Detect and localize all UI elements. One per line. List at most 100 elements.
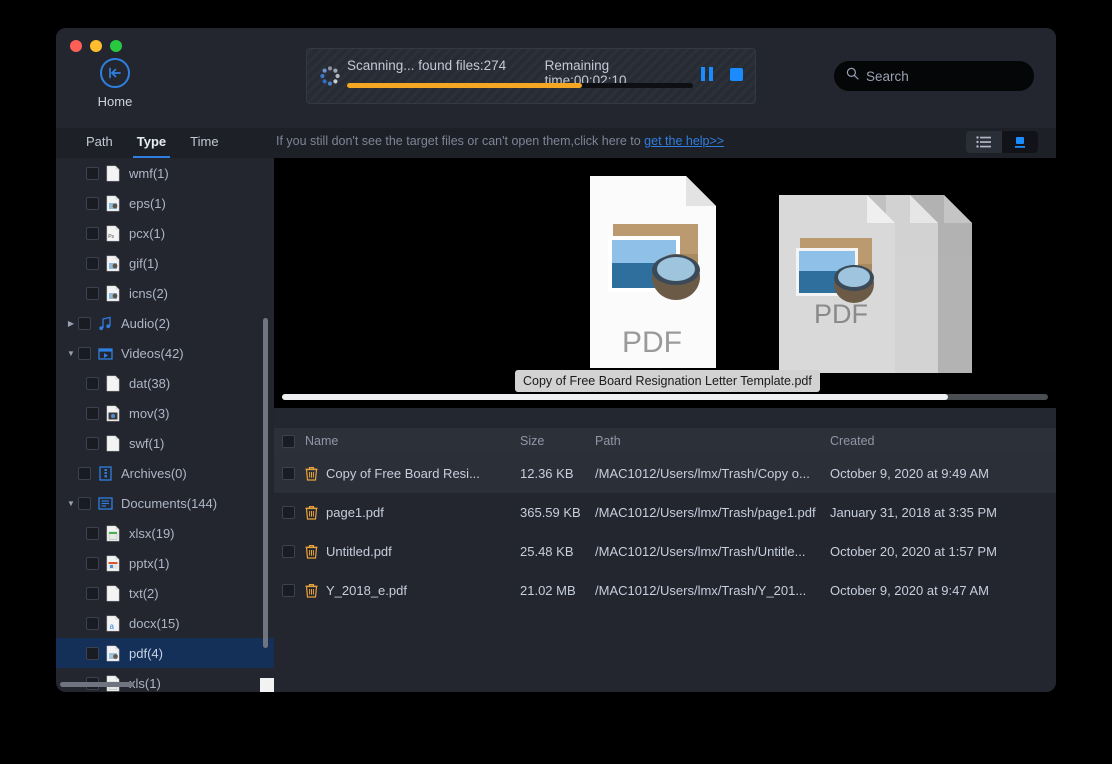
sidebar-item-mov[interactable]: mov(3)	[56, 398, 274, 428]
item-checkbox[interactable]	[78, 497, 91, 510]
sidebar-item-dat[interactable]: dat(38)	[56, 368, 274, 398]
tab-type[interactable]: Type	[137, 128, 166, 158]
item-checkbox[interactable]	[86, 287, 99, 300]
item-checkbox[interactable]	[86, 527, 99, 540]
column-header-path[interactable]: Path	[595, 434, 830, 448]
item-checkbox[interactable]	[78, 467, 91, 480]
item-checkbox[interactable]	[86, 617, 99, 630]
search-box[interactable]	[834, 61, 1034, 91]
table-row[interactable]: Y_2018_e.pdf 21.02 MB/MAC1012/Users/lmx/T…	[274, 571, 1056, 610]
chevron-down-icon[interactable]: ▼	[64, 499, 78, 508]
progress-bar-track	[347, 83, 693, 88]
sidebar-item-eps[interactable]: eps(1)	[56, 188, 274, 218]
cell-created: October 9, 2020 at 9:47 AM	[830, 583, 1056, 598]
sidebar-item-label: icns(2)	[129, 286, 168, 301]
home-label: Home	[80, 94, 150, 109]
chevron-down-icon[interactable]: ▼	[64, 349, 78, 358]
table-header: Name Size Path Created	[274, 428, 1056, 454]
preview-horizontal-scrollbar[interactable]	[282, 394, 1048, 400]
sidebar-vertical-scrollbar[interactable]	[263, 318, 268, 648]
maximize-window-button[interactable]	[110, 40, 122, 52]
sidebar-item-label: dat(38)	[129, 376, 170, 391]
sidebar-item-documents[interactable]: ▼ Documents(144)	[56, 488, 274, 518]
progress-bar-fill	[347, 83, 582, 88]
sidebar-item-label: wmf(1)	[129, 166, 169, 181]
cell-path: /MAC1012/Users/lmx/Trash/Untitle...	[595, 544, 830, 559]
sidebar-scroll-corner	[260, 678, 274, 692]
preview-thumbnail-stacked[interactable]: PDF	[774, 190, 979, 385]
search-input[interactable]	[866, 69, 1016, 84]
sidebar-item-audio[interactable]: ▶Audio(2)	[56, 308, 274, 338]
preview-scrollbar-thumb[interactable]	[282, 394, 948, 400]
pause-icon[interactable]	[701, 67, 713, 81]
sidebar-item-label: pcx(1)	[129, 226, 165, 241]
stop-icon[interactable]	[730, 68, 743, 81]
sidebar-item-pdf[interactable]: pdf(4)	[56, 638, 274, 668]
item-checkbox[interactable]	[86, 257, 99, 270]
column-header-created[interactable]: Created	[830, 434, 1056, 448]
item-checkbox[interactable]	[78, 347, 91, 360]
sidebar-item-pptx[interactable]: pptx(1)	[56, 548, 274, 578]
trash-icon	[305, 466, 318, 481]
trash-icon	[305, 544, 318, 559]
sidebar-item-icns[interactable]: icns(2)	[56, 278, 274, 308]
select-all-checkbox[interactable]	[282, 435, 295, 448]
close-window-button[interactable]	[70, 40, 82, 52]
tree-list: wmf(1) eps(1) Ps pcx(1) gif(1) icns(2) ▶Audio(…	[56, 158, 274, 692]
item-checkbox[interactable]	[86, 437, 99, 450]
sidebar-item-videos[interactable]: ▼Videos(42)	[56, 338, 274, 368]
item-checkbox[interactable]	[86, 557, 99, 570]
column-header-size[interactable]: Size	[520, 434, 595, 448]
item-checkbox[interactable]	[86, 227, 99, 240]
column-header-name[interactable]: Name	[305, 434, 520, 448]
sidebar-item-swf[interactable]: swf(1)	[56, 428, 274, 458]
sidebar-item-archives[interactable]: Archives(0)	[56, 458, 274, 488]
file-ps-icon: Ps	[105, 225, 122, 242]
table-row[interactable]: page1.pdf365.59 KB/MAC1012/Users/lmx/Tra…	[274, 493, 1056, 532]
minimize-window-button[interactable]	[90, 40, 102, 52]
item-checkbox[interactable]	[86, 197, 99, 210]
cell-path: /MAC1012/Users/lmx/Trash/Y_201...	[595, 583, 830, 598]
cell-name: page1.pdf	[305, 505, 520, 520]
item-checkbox[interactable]	[86, 647, 99, 660]
tab-path[interactable]: Path	[86, 128, 113, 158]
svg-text:a: a	[110, 622, 115, 631]
sidebar-item-wmf[interactable]: wmf(1)	[56, 158, 274, 188]
sidebar-item-xlsx[interactable]: xlsx(19)	[56, 518, 274, 548]
get-help-link[interactable]: get the help>>	[644, 134, 724, 148]
sidebar-item-xls[interactable]: xls(1)	[56, 668, 274, 692]
sidebar-item-docx[interactable]: adocx(15)	[56, 608, 274, 638]
sidebar-item-gif[interactable]: gif(1)	[56, 248, 274, 278]
grid-view-icon[interactable]	[1002, 131, 1038, 153]
file-blank-icon	[105, 585, 122, 602]
sidebar-item-txt[interactable]: txt(2)	[56, 578, 274, 608]
item-checkbox[interactable]	[86, 407, 99, 420]
cell-size: 21.02 MB	[520, 583, 595, 598]
sidebar-file-type-tree[interactable]: wmf(1) eps(1) Ps pcx(1) gif(1) icns(2) ▶Audio(…	[56, 158, 274, 692]
item-checkbox[interactable]	[86, 377, 99, 390]
item-checkbox[interactable]	[86, 167, 99, 180]
cell-created: October 9, 2020 at 9:49 AM	[830, 466, 1056, 481]
file-name-label: Y_2018_e.pdf	[326, 583, 407, 598]
sidebar-item-pcx[interactable]: Ps pcx(1)	[56, 218, 274, 248]
file-movie-icon	[105, 405, 122, 422]
row-checkbox[interactable]	[282, 467, 295, 480]
row-checkbox[interactable]	[282, 506, 295, 519]
home-button[interactable]: Home	[80, 58, 150, 109]
table-row[interactable]: Copy of Free Board Resi...12.36 KB/MAC10…	[274, 454, 1056, 493]
search-icon	[846, 67, 859, 85]
chevron-right-icon[interactable]: ▶	[64, 319, 78, 328]
row-checkbox[interactable]	[282, 584, 295, 597]
table-row[interactable]: Untitled.pdf25.48 KB/MAC1012/Users/lmx/T…	[274, 532, 1056, 571]
file-name-label: Untitled.pdf	[326, 544, 392, 559]
sidebar-item-label: Documents(144)	[121, 496, 217, 511]
tab-time[interactable]: Time	[190, 128, 218, 158]
list-view-icon[interactable]	[966, 131, 1002, 153]
sidebar-horizontal-scrollbar[interactable]	[60, 682, 134, 687]
screen: Home Scanning... found	[0, 0, 1112, 764]
item-checkbox[interactable]	[86, 587, 99, 600]
scan-progress-panel: Scanning... found files:274 Remaining ti…	[306, 48, 756, 104]
preview-thumbnail-single[interactable]: PDF	[586, 172, 738, 377]
row-checkbox[interactable]	[282, 545, 295, 558]
item-checkbox[interactable]	[78, 317, 91, 330]
